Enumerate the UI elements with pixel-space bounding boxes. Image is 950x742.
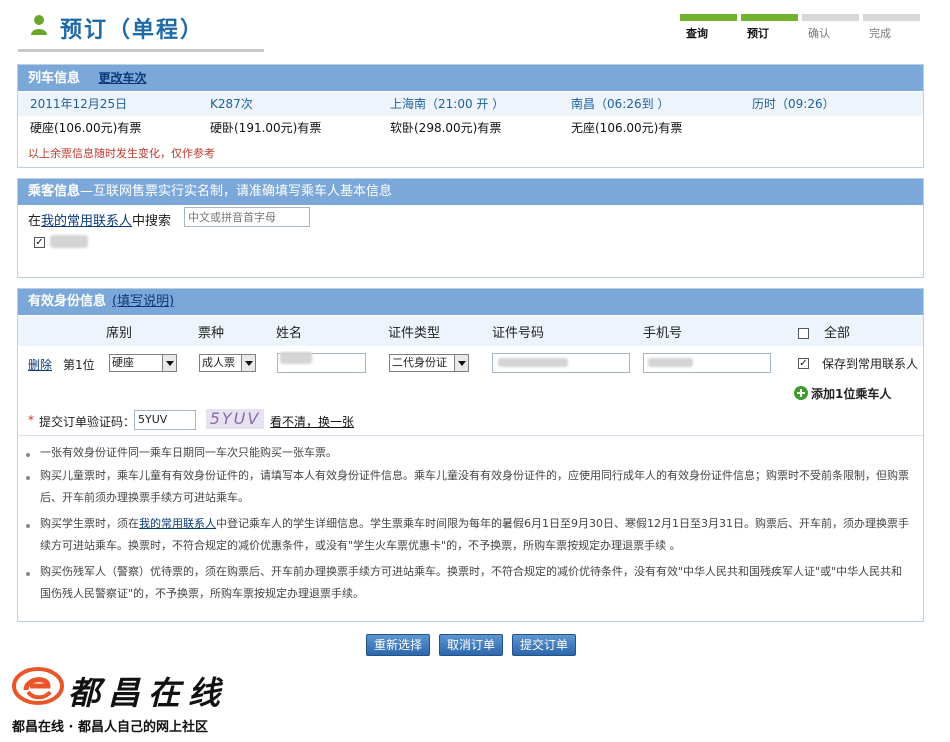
captcha-refresh-link[interactable]: 看不清，换一张 bbox=[270, 413, 354, 430]
col-phone: 手机号 bbox=[643, 326, 683, 341]
phone-redacted bbox=[648, 358, 693, 367]
contact-checkbox[interactable]: ✓ bbox=[34, 237, 45, 248]
col-id-number: 证件号码 bbox=[492, 326, 545, 341]
note-bullet bbox=[26, 453, 30, 457]
contact-search-input[interactable] bbox=[184, 207, 310, 227]
identity-info-panel: 有效身份信息 (填写说明) 席别 票种 姓名 证件类型 证件号码 手机号 全部 删… bbox=[17, 288, 924, 622]
watermark-tagline: 都昌在线 · 都昌人自己的网上社区 bbox=[12, 720, 208, 735]
cancel-order-button[interactable]: 取消订单 bbox=[439, 634, 503, 656]
chevron-down-icon bbox=[454, 355, 468, 371]
seat-soft-sleeper: 软卧(298.00元)有票 bbox=[390, 121, 502, 135]
note-item: 购买儿童票时，乘车儿童有有效身份证件的，请填写本人有效身份证件信息。乘车儿童没有… bbox=[40, 469, 909, 504]
passenger-info-panel: 乘客信息—互联网售票实行实名制，请准确填写乘车人基本信息 在我的常用联系人中搜索… bbox=[17, 178, 924, 278]
chevron-down-icon bbox=[162, 355, 176, 371]
fill-help-link[interactable]: (填写说明) bbox=[112, 294, 174, 309]
passenger-info-header: 乘客信息—互联网售票实行实名制，请准确填写乘车人基本信息 bbox=[18, 179, 923, 205]
travel-duration: 历时（09:26） bbox=[752, 97, 835, 111]
watermark-brand: 都昌在线 bbox=[68, 674, 229, 712]
contact-search-label: 在我的常用联系人中搜索 bbox=[28, 214, 172, 229]
note-item: 购买伤残军人（警察）优待票的，须在购票后、开车前办理换票手续方可进站乘车。换票时… bbox=[40, 565, 903, 600]
site-logo-icon bbox=[12, 667, 64, 705]
note-item: 一张有效身份证件同一乘车日期同一车次只能购买一张车票。 bbox=[40, 446, 337, 459]
train-info-header: 列车信息 更改车次 bbox=[18, 65, 923, 91]
captcha-label: 提交订单验证码： bbox=[39, 415, 136, 429]
train-summary-row: 2011年12月25日 K287次 上海南（21:00 开 ） 南昌（06:26… bbox=[18, 92, 923, 116]
passenger-position: 第1位 bbox=[63, 358, 95, 372]
student-contacts-link[interactable]: 我的常用联系人 bbox=[139, 517, 216, 530]
select-all-checkbox[interactable] bbox=[798, 328, 809, 339]
col-select-all: 全部 bbox=[824, 326, 851, 341]
train-info-panel: 列车信息 更改车次 2011年12月25日 K287次 上海南（21:00 开 … bbox=[17, 64, 924, 168]
arrival-station: 南昌（06:26到 ） bbox=[571, 97, 670, 111]
step-query: 查询 bbox=[680, 14, 737, 41]
captcha-input[interactable]: 5YUV bbox=[134, 410, 196, 430]
seat-hard-sleeper: 硬卧(191.00元)有票 bbox=[210, 121, 322, 135]
chevron-down-icon bbox=[241, 355, 255, 371]
col-seat: 席别 bbox=[106, 326, 133, 341]
note-bullet bbox=[26, 476, 30, 480]
plus-icon bbox=[794, 386, 808, 400]
seat-hard-seat: 硬座(106.00元)有票 bbox=[30, 121, 142, 135]
note-bullet bbox=[26, 524, 30, 528]
captcha-image: 5YUV bbox=[206, 409, 264, 429]
step-book: 预订 bbox=[741, 14, 798, 41]
departure-station: 上海南（21:00 开 ） bbox=[390, 97, 505, 111]
travel-date: 2011年12月25日 bbox=[30, 97, 128, 111]
identity-info-header: 有效身份信息 (填写说明) bbox=[18, 289, 923, 315]
id-type-select[interactable]: 二代身份证 bbox=[389, 354, 469, 372]
contact-name-redacted bbox=[50, 235, 88, 248]
passenger-table-header: 席别 票种 姓名 证件类型 证件号码 手机号 全部 bbox=[18, 316, 923, 346]
note-bullet bbox=[26, 572, 30, 576]
save-contact-label: 保存到常用联系人 bbox=[822, 357, 919, 371]
delete-passenger-link[interactable]: 删除 bbox=[28, 356, 52, 373]
name-redacted bbox=[280, 352, 312, 364]
col-id-type: 证件类型 bbox=[388, 326, 441, 341]
required-marker: * bbox=[28, 413, 34, 427]
col-ticket-type: 票种 bbox=[198, 326, 225, 341]
availability-note: 以上余票信息随时发生变化，仅作参考 bbox=[28, 147, 215, 160]
seat-class-select[interactable]: 硬座 bbox=[109, 354, 177, 372]
title-underline bbox=[18, 49, 264, 52]
ticket-type-select[interactable]: 成人票 bbox=[199, 354, 256, 372]
id-number-redacted bbox=[498, 358, 568, 367]
seat-standing: 无座(106.00元)有票 bbox=[571, 121, 683, 135]
step-complete: 完成 bbox=[863, 14, 920, 41]
submit-order-button[interactable]: 提交订单 bbox=[512, 634, 576, 656]
user-icon bbox=[31, 15, 47, 35]
page-title: 预订（单程） bbox=[60, 18, 205, 43]
progress-steps: 查询 预订 确认 完成 bbox=[680, 14, 920, 44]
note-item: 购买学生票时，须在我的常用联系人中登记乘车人的学生详细信息。学生票乘车时间限为每… bbox=[40, 517, 909, 552]
step-confirm: 确认 bbox=[802, 14, 859, 41]
frequent-contacts-link[interactable]: 我的常用联系人 bbox=[41, 214, 132, 229]
save-contact-checkbox[interactable]: ✓ bbox=[798, 358, 809, 369]
change-train-link[interactable]: 更改车次 bbox=[99, 71, 147, 85]
train-number: K287次 bbox=[210, 97, 253, 111]
seat-availability-row: 硬座(106.00元)有票 硬卧(191.00元)有票 软卧(298.00元)有… bbox=[18, 116, 923, 140]
reselect-button[interactable]: 重新选择 bbox=[366, 634, 430, 656]
col-name: 姓名 bbox=[276, 326, 303, 341]
divider bbox=[18, 435, 923, 436]
